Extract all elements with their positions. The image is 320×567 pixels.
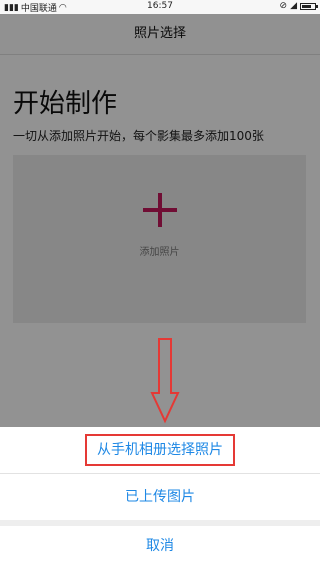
uploaded-images-option[interactable]: 已上传图片 (0, 474, 320, 520)
battery-icon (300, 2, 318, 10)
battery-fill (302, 4, 311, 8)
choose-from-album-option[interactable]: 从手机相册选择照片 (0, 427, 320, 474)
highlighted-option-label: 从手机相册选择照片 (85, 434, 235, 466)
down-arrow-icon (150, 338, 180, 424)
cancel-button[interactable]: 取消 (0, 526, 320, 567)
status-bar: ▮▮▮ 中国联通 ◠ 16:57 ⊘ ◢ (0, 0, 320, 14)
action-sheet: 从手机相册选择照片 已上传图片 取消 (0, 427, 320, 567)
signal-strength-icon: ◢ (290, 1, 297, 11)
status-time: 16:57 (147, 1, 173, 11)
status-right: ⊘ ◢ (279, 1, 318, 11)
mute-icon: ⊘ (279, 1, 288, 11)
